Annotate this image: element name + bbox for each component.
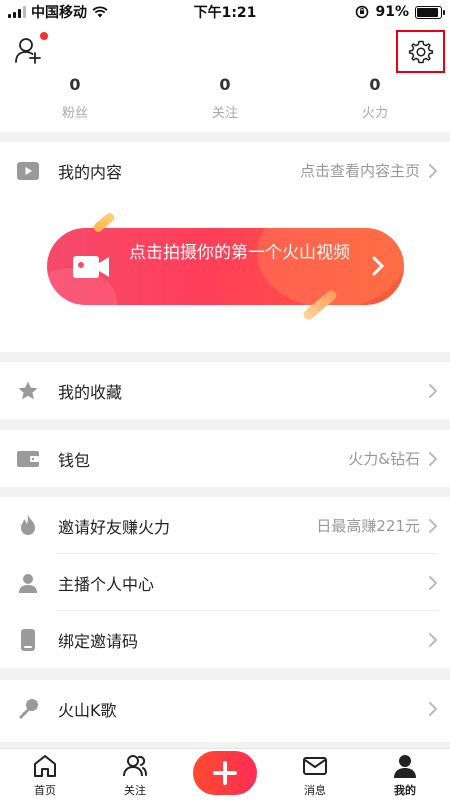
stat-fire-power[interactable]: 0 火力 bbox=[300, 76, 450, 132]
follow-icon bbox=[123, 755, 147, 777]
streamer-center-row[interactable]: 主播个人中心 bbox=[0, 554, 450, 611]
chevron-right-icon bbox=[429, 632, 438, 647]
nav-follow[interactable]: 关注 bbox=[90, 749, 180, 800]
favorites-row[interactable]: 我的收藏 bbox=[0, 362, 450, 419]
profile-stats: 0 粉丝 0 关注 0 火力 bbox=[0, 76, 450, 132]
me-icon bbox=[394, 755, 416, 778]
row-label: 主播个人中心 bbox=[58, 574, 155, 594]
row-label: 钱包 bbox=[58, 450, 91, 470]
invite-card: 邀请好友赚火力 日最高赚221元 主播个人中心 绑定邀请码 bbox=[0, 497, 450, 668]
settings-button[interactable] bbox=[396, 30, 445, 73]
wallet-card: 钱包 火力&钻石 bbox=[0, 430, 450, 487]
row-label: 邀请好友赚火力 bbox=[58, 517, 171, 537]
banner-text: 点击拍摄你的第一个火山视频 bbox=[129, 243, 350, 263]
home-icon bbox=[34, 755, 56, 777]
row-value: 日最高赚221元 bbox=[316, 517, 420, 535]
stat-label: 粉丝 bbox=[61, 106, 88, 121]
chevron-right-icon bbox=[429, 451, 438, 466]
karaoke-row[interactable]: 火山K歌 bbox=[0, 680, 450, 737]
add-friend-button[interactable] bbox=[14, 36, 46, 66]
status-bar: 中国移动 下午1:21 91% bbox=[0, 0, 450, 24]
stat-label: 关注 bbox=[211, 106, 238, 121]
person-icon bbox=[16, 571, 40, 595]
status-right: 91% bbox=[355, 4, 445, 20]
karaoke-card: 火山K歌 bbox=[0, 680, 450, 742]
row-value: 火力&钻石 bbox=[348, 450, 420, 468]
wifi-icon bbox=[92, 6, 108, 18]
bind-invite-code-row[interactable]: 绑定邀请码 bbox=[0, 611, 450, 668]
phone-icon bbox=[16, 628, 40, 652]
video-icon bbox=[16, 159, 40, 183]
wallet-icon bbox=[16, 447, 40, 471]
top-header bbox=[0, 24, 450, 76]
battery-percent: 91% bbox=[375, 4, 409, 20]
flame-icon bbox=[16, 514, 40, 538]
wallet-row[interactable]: 钱包 火力&钻石 bbox=[0, 430, 450, 487]
nav-create[interactable] bbox=[180, 749, 270, 800]
row-label: 我的内容 bbox=[58, 162, 123, 182]
gear-icon bbox=[408, 40, 433, 63]
row-label: 火山K歌 bbox=[58, 700, 117, 720]
add-user-icon bbox=[15, 38, 41, 64]
chevron-right-icon bbox=[429, 383, 438, 398]
chevron-right-icon bbox=[372, 256, 384, 276]
favorites-card: 我的收藏 bbox=[0, 362, 450, 419]
carrier-name: 中国移动 bbox=[31, 5, 87, 21]
nav-home[interactable]: 首页 bbox=[0, 749, 90, 800]
stat-value: 0 bbox=[69, 75, 81, 94]
status-left: 中国移动 bbox=[8, 2, 108, 22]
notification-dot bbox=[40, 32, 48, 40]
chevron-right-icon bbox=[429, 518, 438, 533]
microphone-icon bbox=[16, 697, 40, 721]
nav-messages[interactable]: 消息 bbox=[270, 749, 360, 800]
row-value: 点击查看内容主页 bbox=[299, 162, 420, 180]
message-icon bbox=[303, 757, 327, 775]
shoot-first-video-banner[interactable]: 点击拍摄你的第一个火山视频 bbox=[47, 228, 404, 305]
camera-icon bbox=[73, 256, 109, 278]
nav-label: 首页 bbox=[34, 784, 56, 797]
chevron-right-icon bbox=[429, 163, 438, 178]
stat-value: 0 bbox=[219, 75, 231, 94]
plus-icon bbox=[213, 761, 237, 785]
my-content-row[interactable]: 我的内容 点击查看内容主页 bbox=[0, 142, 450, 199]
invite-friends-row[interactable]: 邀请好友赚火力 日最高赚221元 bbox=[0, 497, 450, 554]
chevron-right-icon bbox=[429, 575, 438, 590]
nav-me[interactable]: 我的 bbox=[360, 749, 450, 800]
chevron-right-icon bbox=[429, 701, 438, 716]
create-button[interactable] bbox=[193, 751, 257, 795]
stat-value: 0 bbox=[369, 75, 381, 94]
nav-label: 关注 bbox=[124, 784, 146, 797]
rotation-lock-icon bbox=[356, 5, 369, 19]
star-icon bbox=[16, 379, 40, 403]
row-label: 绑定邀请码 bbox=[58, 631, 139, 651]
nav-label: 我的 bbox=[394, 784, 416, 797]
battery-icon bbox=[415, 5, 445, 19]
stat-fans[interactable]: 0 粉丝 bbox=[0, 76, 150, 132]
row-label: 我的收藏 bbox=[58, 382, 123, 402]
stat-following[interactable]: 0 关注 bbox=[150, 76, 300, 132]
bottom-nav: 首页 关注 消息 我的 bbox=[0, 748, 450, 800]
signal-icon bbox=[8, 6, 26, 18]
nav-label: 消息 bbox=[304, 784, 326, 797]
stat-label: 火力 bbox=[361, 106, 388, 121]
